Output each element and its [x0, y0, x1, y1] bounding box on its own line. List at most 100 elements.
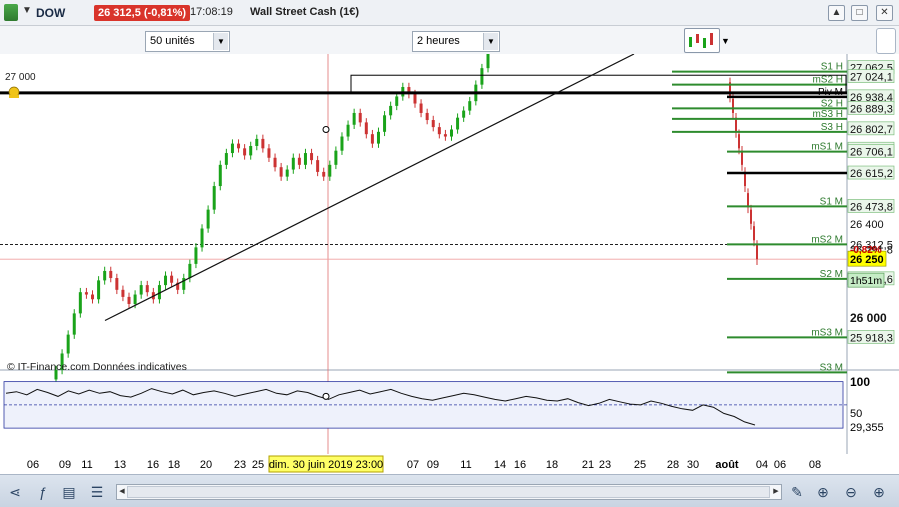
- chart-scrollbar[interactable]: ◀ ▶: [116, 484, 782, 500]
- candle-body: [139, 285, 143, 295]
- pivot-label: S2 H: [821, 98, 843, 109]
- candle-body: [328, 164, 332, 177]
- candle-body: [425, 112, 429, 121]
- chevron-down-icon[interactable]: ▼: [483, 33, 498, 50]
- price-chart[interactable]: R3S1 HmS2 HPiv MS2 HmS3 HS3 HmS1 MS1 MmS…: [0, 54, 899, 454]
- candle-body: [316, 160, 320, 172]
- candle-body: [456, 117, 460, 130]
- candle-body: [285, 169, 289, 177]
- chevron-down-icon[interactable]: ▼: [213, 33, 228, 50]
- rsi-value: 29,355: [850, 422, 884, 434]
- pivot-label: S2 M: [820, 269, 843, 280]
- x-label: août: [715, 459, 739, 471]
- candle-body: [322, 171, 326, 177]
- candle-body: [170, 275, 174, 283]
- zoom-in-icon[interactable]: ⊕: [870, 483, 888, 501]
- candle-body: [741, 150, 743, 165]
- bottom-toolbar: ⋖ ƒ ▤ ☰ ◀ ▶ ✎ ⊕ ⊖ ⊕: [0, 474, 899, 507]
- x-label: 13: [114, 459, 126, 471]
- candle-body: [370, 134, 374, 144]
- pivot-label: mS2 H: [812, 75, 843, 86]
- candle-body: [91, 294, 95, 300]
- time-axis: 06 09 11 13 16 18 20 23 25 dim. 30 juin 2019 23:0…: [0, 454, 899, 474]
- candle-body: [103, 270, 107, 281]
- candle-body: [97, 280, 101, 300]
- current-change-label: -0,82%: [850, 245, 882, 256]
- candle-body: [383, 115, 387, 132]
- candle-body: [206, 209, 210, 229]
- zoom-fit-icon[interactable]: ⊕: [814, 483, 832, 501]
- x-label: 16: [514, 459, 526, 471]
- share-icon[interactable]: ⋖: [6, 483, 24, 501]
- price-badge: 26 312,5 (-0,81%): [94, 5, 191, 21]
- pivot-label: mS3 H: [812, 109, 843, 120]
- candle-body: [750, 209, 752, 224]
- countdown-label: 1h51m: [850, 275, 882, 287]
- scroll-left-icon[interactable]: ◀: [117, 486, 127, 498]
- price-label: 26 615,2: [850, 168, 893, 180]
- x-label: 18: [168, 459, 180, 471]
- symbol-label[interactable]: DOW: [36, 6, 65, 20]
- rsi-label-50: 50: [850, 408, 862, 420]
- rsi-panel: 100 50 29,355: [3, 375, 884, 434]
- candle-body: [261, 138, 265, 149]
- candle-body: [738, 134, 740, 149]
- candle-body: [449, 129, 453, 137]
- indicator-icon[interactable]: ƒ: [34, 483, 52, 501]
- chevron-down-icon[interactable]: ▼: [22, 5, 32, 16]
- candle-body: [273, 157, 277, 168]
- draw-tool-icon[interactable]: ✎: [788, 483, 806, 501]
- candle-body: [395, 96, 399, 106]
- candle-body: [164, 275, 168, 286]
- units-select[interactable]: 50 unités ▼: [145, 31, 230, 52]
- candle-body: [188, 263, 192, 279]
- candle-body: [334, 150, 338, 165]
- candle-body: [346, 124, 350, 137]
- price-label: 26 889,3: [850, 103, 893, 115]
- candle-body: [376, 131, 380, 144]
- list-icon[interactable]: ☰: [88, 483, 106, 501]
- chart-type-icon: [689, 33, 713, 48]
- x-label: 16: [147, 459, 159, 471]
- close-button[interactable]: ✕: [876, 5, 893, 21]
- instrument-name: Wall Street Cash (1€): [250, 6, 360, 18]
- candle-body: [364, 122, 368, 135]
- scroll-thumb[interactable]: [127, 486, 770, 498]
- x-label: 11: [81, 459, 92, 471]
- rsi-handle: [322, 392, 330, 400]
- x-label: 25: [634, 459, 646, 471]
- price-label: 26 400: [850, 219, 884, 231]
- candle-body: [431, 120, 435, 128]
- x-label: 28: [667, 459, 679, 471]
- x-label: 04: [756, 459, 768, 471]
- candle-body: [194, 247, 198, 264]
- chevron-down-icon[interactable]: ▼: [721, 32, 733, 50]
- candle-body: [255, 138, 259, 146]
- x-label: 18: [546, 459, 558, 471]
- x-label: 06: [27, 459, 39, 471]
- candle-body: [72, 313, 76, 335]
- x-label: dim. 30 juin 2019 23:00: [269, 459, 383, 471]
- candle-body: [443, 134, 447, 137]
- price-label: 25 918,3: [850, 332, 893, 344]
- period-select[interactable]: 2 heures ▼: [412, 31, 500, 52]
- maximize-button[interactable]: □: [851, 5, 868, 21]
- candle-body: [486, 54, 490, 69]
- candle-body: [84, 292, 88, 295]
- period-select-value: 2 heures: [417, 35, 460, 47]
- top-left-price: 27 000: [5, 72, 36, 83]
- x-label: 06: [774, 459, 786, 471]
- units-select-value: 50 unités: [150, 35, 195, 47]
- refresh-icon[interactable]: [4, 4, 18, 21]
- toggle-panel-icon[interactable]: [876, 28, 896, 54]
- candle-body: [218, 164, 222, 187]
- trendline-handle: [322, 125, 330, 133]
- chart-type-button[interactable]: [684, 28, 720, 53]
- scroll-right-icon[interactable]: ▶: [771, 486, 781, 498]
- candle-body: [732, 98, 734, 113]
- zoom-out-icon[interactable]: ⊖: [842, 483, 860, 501]
- collapse-button[interactable]: ▲: [828, 5, 845, 21]
- bell-icon[interactable]: [8, 86, 20, 98]
- table-icon[interactable]: ▤: [60, 483, 78, 501]
- candle-body: [249, 145, 253, 156]
